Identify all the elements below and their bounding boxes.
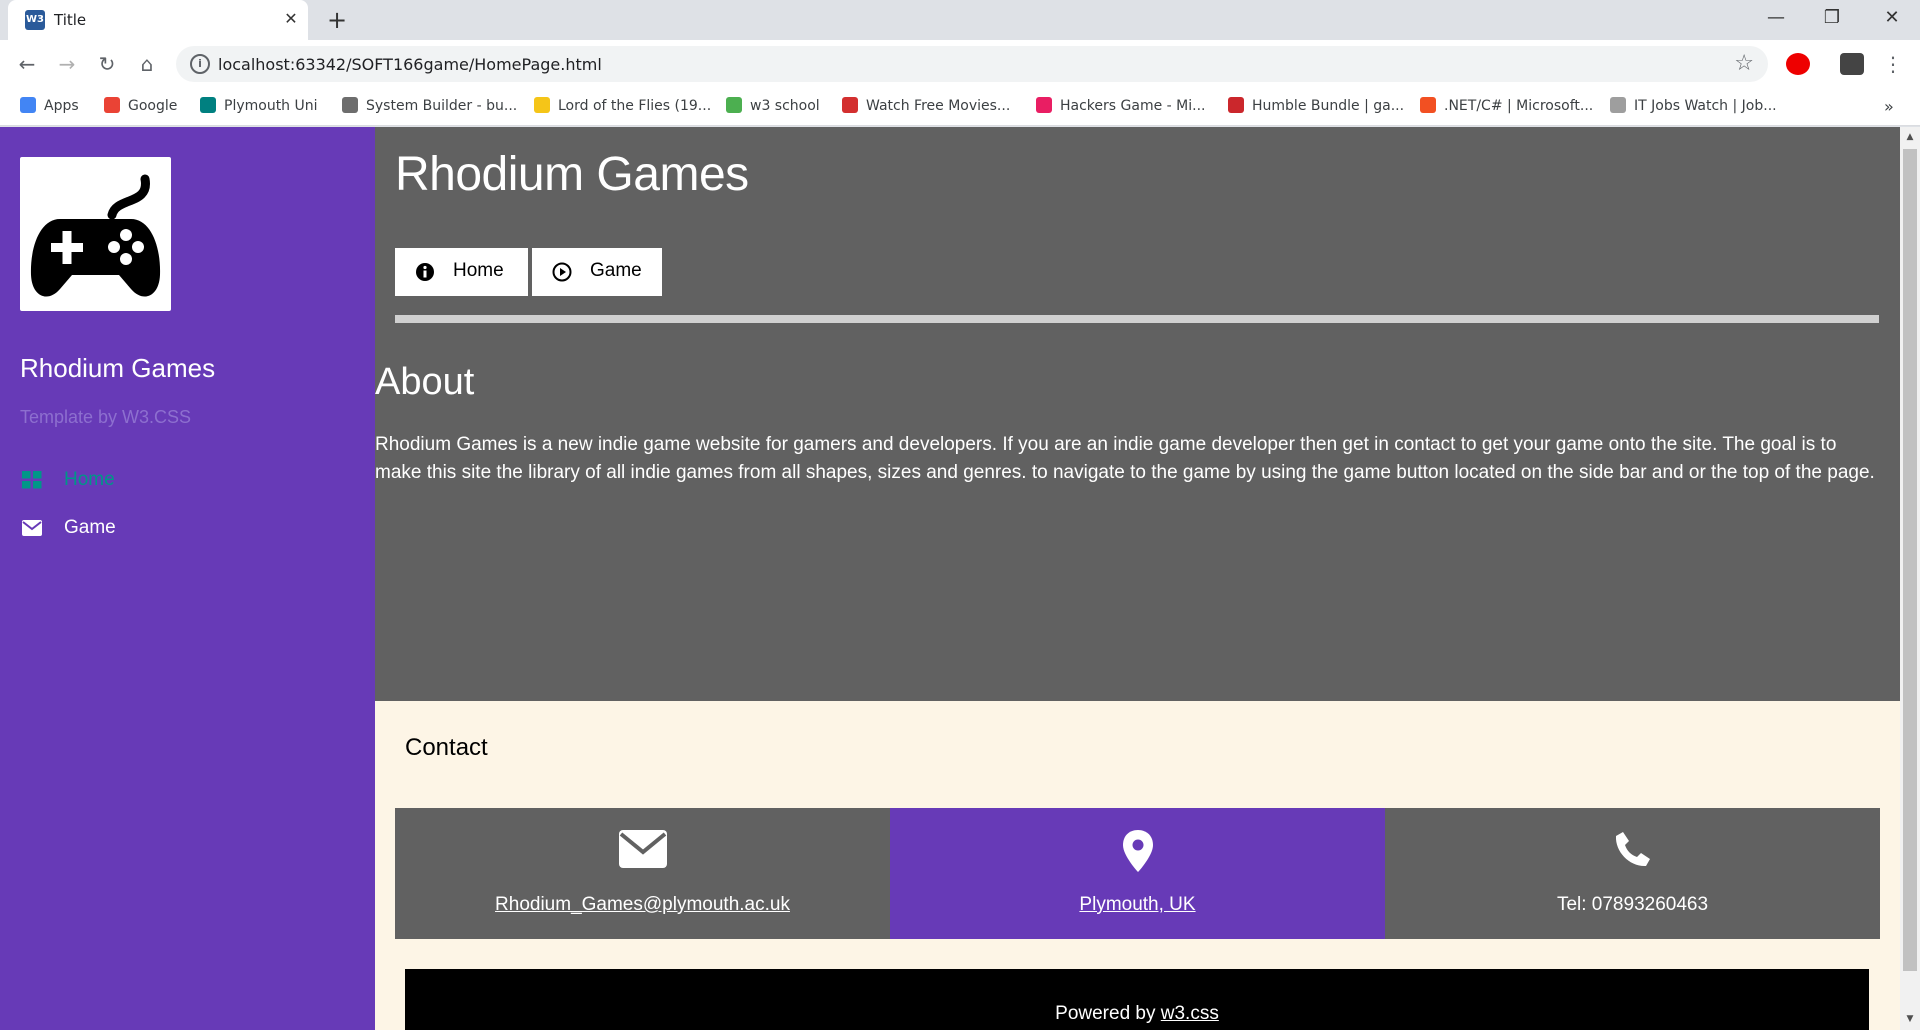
sidebar-item-home[interactable]: Home [20, 463, 360, 503]
email-link[interactable]: Rhodium_Games@plymouth.ac.uk [395, 894, 890, 916]
address-url: localhost:63342/SOFT166game/HomePage.htm… [218, 55, 602, 74]
address-bar[interactable]: i localhost:63342/SOFT166game/HomePage.h… [176, 46, 1768, 82]
about-heading: About [375, 361, 475, 403]
bookmark-item[interactable]: Plymouth Uni [200, 97, 318, 114]
scroll-down-icon[interactable]: ▼ [1904, 1013, 1916, 1025]
game-button-label: Game [590, 260, 642, 281]
w3-icon [726, 97, 742, 113]
home-icon[interactable]: ⌂ [132, 49, 162, 79]
cloud-icon [1610, 97, 1626, 113]
bookmark-item[interactable]: Apps [20, 97, 79, 114]
play-circle-icon [552, 262, 572, 282]
more-bookmarks-icon[interactable]: » [1884, 97, 1894, 116]
google-icon [104, 97, 120, 113]
page-viewport: Rhodium Games Template by W3.CSS Home Ga… [0, 127, 1920, 1030]
menu-dots-icon[interactable]: ⋮ [1878, 49, 1908, 79]
bookmark-item[interactable]: w3 school [726, 97, 820, 114]
close-tab-icon[interactable]: ✕ [280, 8, 302, 30]
footer-text: Powered by w3.css [405, 1003, 1869, 1025]
minimize-icon[interactable]: — [1748, 0, 1804, 36]
system-builder-icon [342, 97, 358, 113]
bookmark-item[interactable]: .NET/C# | Microsoft... [1420, 97, 1593, 114]
scroll-up-icon[interactable]: ▲ [1904, 131, 1916, 143]
sidebar-item-game[interactable]: Game [20, 511, 360, 551]
profile-avatar-icon[interactable] [1840, 53, 1864, 75]
about-text: Rhodium Games is a new indie game websit… [375, 434, 1875, 483]
phone-icon [1615, 832, 1650, 867]
adblock-extension-icon[interactable] [1786, 53, 1810, 75]
map-marker-icon [1122, 830, 1153, 872]
scroll-thumb[interactable] [1903, 149, 1917, 971]
microsoft-icon [1420, 97, 1436, 113]
gamepad-logo-icon [20, 157, 171, 311]
reload-icon[interactable]: ↻ [92, 49, 122, 79]
contact-card-location: Plymouth, UK [890, 808, 1385, 939]
restore-icon[interactable]: ❐ [1804, 0, 1860, 36]
new-tab-icon[interactable]: + [322, 6, 352, 36]
bookmark-label: Apps [44, 98, 79, 114]
bookmark-item[interactable]: IT Jobs Watch | Job... [1610, 97, 1777, 114]
sidebar-subtitle: Template by W3.CSS [20, 407, 192, 427]
site-info-icon[interactable]: i [190, 54, 210, 74]
vimeo-v-icon [842, 97, 858, 113]
bookmark-label: w3 school [750, 98, 820, 114]
sidebar-item-label: Home [64, 469, 115, 490]
info-circle-icon [416, 263, 434, 281]
bookmark-item[interactable]: Watch Free Movies... [842, 97, 1010, 114]
bookmark-label: Watch Free Movies... [866, 98, 1011, 114]
phone-text: Tel: 07893260463 [1556, 894, 1709, 915]
hackers-game-icon [1036, 97, 1052, 113]
page-title: Rhodium Games [395, 148, 749, 201]
bookmarks-bar: Apps Google Plymouth Uni System Builder - b… [0, 88, 1920, 126]
tab-title: Title [54, 11, 87, 29]
footer: Powered by w3.css [405, 969, 1869, 1030]
bookmark-label: Google [128, 98, 178, 114]
location-link[interactable]: Plymouth, UK [890, 894, 1385, 916]
contact-card-phone: Tel: 07893260463 [1385, 808, 1880, 939]
sidebar-item-label: Game [64, 517, 116, 538]
sidebar: Rhodium Games Template by W3.CSS Home Ga… [0, 127, 375, 1030]
plymouth-uni-icon [200, 97, 216, 113]
imdb-icon [534, 97, 550, 113]
home-button[interactable]: Home [395, 248, 528, 296]
bookmark-item[interactable]: Lord of the Flies (19... [534, 97, 711, 114]
bookmark-star-icon[interactable]: ☆ [1734, 51, 1754, 76]
bookmark-item[interactable]: System Builder - bu... [342, 97, 517, 114]
home-button-label: Home [453, 260, 504, 281]
forward-arrow-icon[interactable]: → [52, 49, 82, 79]
envelope-icon [618, 830, 667, 868]
bookmark-item[interactable]: Humble Bundle | ga... [1228, 97, 1404, 114]
bookmark-label: Humble Bundle | ga... [1252, 98, 1405, 114]
contact-section: Contact Rhodium_Games@plymouth.ac.uk Ply… [375, 701, 1900, 1030]
grid-icon [22, 471, 42, 489]
close-window-icon[interactable]: ✕ [1864, 0, 1920, 36]
envelope-icon [22, 520, 42, 536]
main-header-section: Rhodium Games Home Game About Rhodium Ga… [375, 127, 1900, 701]
browser-toolbar: ← → ↻ ⌂ i localhost:63342/SOFT166game/Ho… [0, 40, 1920, 88]
bookmark-label: IT Jobs Watch | Job... [1634, 98, 1777, 114]
contact-heading: Contact [405, 734, 488, 761]
contact-card-email: Rhodium_Games@plymouth.ac.uk [395, 808, 890, 939]
tab-strip: W3 Title ✕ + — ❐ ✕ [0, 0, 1920, 40]
bookmark-item[interactable]: Hackers Game - Mi... [1036, 97, 1205, 114]
apps-grid-icon [20, 97, 36, 113]
divider [395, 315, 1879, 323]
bookmark-label: Plymouth Uni [224, 98, 318, 114]
bookmark-label: .NET/C# | Microsoft... [1444, 98, 1594, 114]
bookmark-label: Lord of the Flies (19... [558, 98, 712, 114]
back-arrow-icon[interactable]: ← [12, 49, 42, 79]
game-button[interactable]: Game [532, 248, 662, 296]
bookmark-label: System Builder - bu... [366, 98, 518, 114]
page-scrollbar[interactable]: ▲ ▼ [1900, 127, 1920, 1030]
w3css-link[interactable]: w3.css [1161, 1003, 1219, 1024]
bookmark-item[interactable]: Google [104, 97, 177, 114]
footer-prefix: Powered by [1055, 1003, 1161, 1024]
w3-favicon-icon: W3 [25, 10, 45, 30]
bookmark-label: Hackers Game - Mi... [1060, 98, 1206, 114]
humble-h-icon [1228, 97, 1244, 113]
browser-tab[interactable]: W3 Title ✕ [8, 0, 308, 40]
sidebar-title: Rhodium Games [20, 353, 216, 383]
